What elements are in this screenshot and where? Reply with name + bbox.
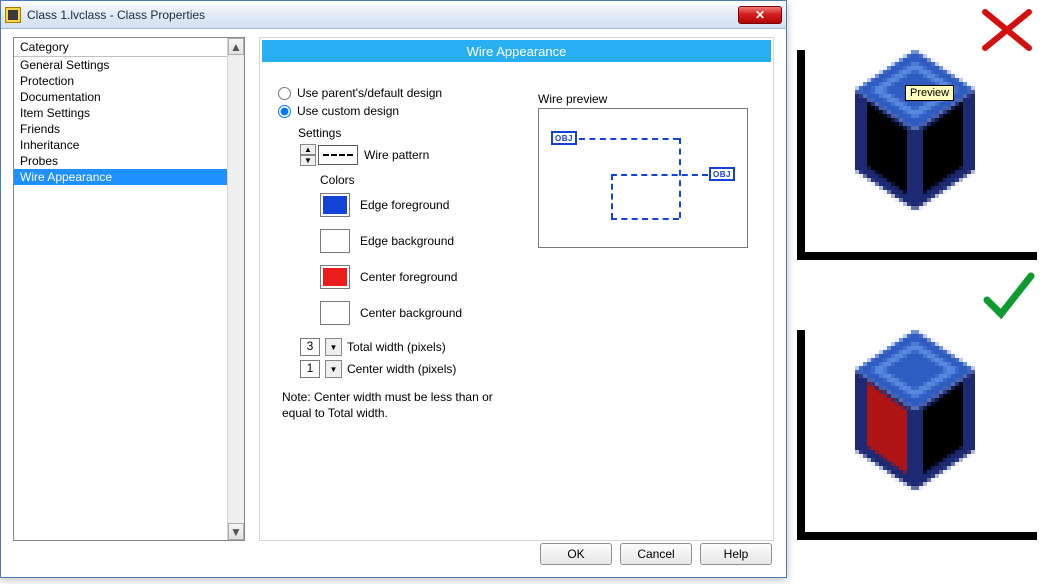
category-item[interactable]: Inheritance [14, 137, 244, 153]
obj-tag-left: OBJ [551, 131, 577, 145]
color-swatch-label: Edge background [360, 234, 454, 248]
total-width-stepper[interactable]: ▼ [325, 338, 342, 356]
dialog-button-row: OK Cancel Help [540, 543, 772, 565]
cancel-button[interactable]: Cancel [620, 543, 692, 565]
help-button[interactable]: Help [700, 543, 772, 565]
stepper-down-icon[interactable]: ▼ [300, 155, 316, 166]
radio-use-parent-label: Use parent's/default design [297, 86, 442, 100]
close-button[interactable]: ✕ [738, 6, 782, 24]
x-mark-icon [979, 6, 1035, 54]
wire-pattern-label: Wire pattern [364, 148, 429, 162]
radio-use-custom-label: Use custom design [297, 104, 399, 118]
radio-use-custom[interactable]: Use custom design [278, 104, 399, 118]
total-width-value[interactable]: 3 [300, 338, 320, 356]
color-swatch-label: Center background [360, 306, 462, 320]
check-mark-icon [981, 270, 1037, 322]
settings-panel: Wire Appearance Use parent's/default des… [259, 37, 774, 541]
scrollbar-track[interactable]: ▲ ▼ [227, 38, 244, 540]
total-width-row: 3 ▼ Total width (pixels) [300, 338, 446, 356]
dialog-window: Class 1.lvclass - Class Properties ✕ Cat… [0, 0, 787, 578]
scroll-up-button[interactable]: ▲ [228, 38, 244, 55]
category-item[interactable]: Documentation [14, 89, 244, 105]
total-width-label: Total width (pixels) [347, 340, 446, 354]
cube-bad-image [827, 30, 1007, 230]
center-width-label: Center width (pixels) [347, 362, 456, 376]
color-swatch[interactable] [320, 229, 350, 253]
color-swatch-row: Center foreground [320, 265, 457, 289]
radio-use-parent-input[interactable] [278, 87, 291, 100]
stepper-up-icon[interactable]: ▲ [300, 144, 316, 155]
cube-comparison-area: Preview [797, 10, 1047, 574]
color-swatch-row: Center background [320, 301, 462, 325]
color-swatch[interactable] [320, 301, 350, 325]
category-listbox[interactable]: Category General SettingsProtectionDocum… [13, 37, 245, 541]
note-text: Note: Center width must be less than or … [282, 390, 502, 421]
radio-use-custom-input[interactable] [278, 105, 291, 118]
cube-good-frame [797, 290, 1037, 540]
center-width-value[interactable]: 1 [300, 360, 320, 378]
category-item[interactable]: Probes [14, 153, 244, 169]
cube-good-image [827, 310, 1007, 510]
titlebar: Class 1.lvclass - Class Properties ✕ [1, 1, 786, 29]
category-header: Category [14, 38, 244, 57]
dialog-body: Category General SettingsProtectionDocum… [1, 29, 786, 577]
color-swatch[interactable] [320, 265, 350, 289]
color-swatch-label: Center foreground [360, 270, 457, 284]
cube-bad-frame: Preview [797, 10, 1037, 260]
scroll-down-button[interactable]: ▼ [228, 523, 244, 540]
ok-button[interactable]: OK [540, 543, 612, 565]
category-item[interactable]: Friends [14, 121, 244, 137]
center-width-stepper[interactable]: ▼ [325, 360, 342, 378]
color-swatch-row: Edge foreground [320, 193, 449, 217]
color-swatch-label: Edge foreground [360, 198, 449, 212]
category-item[interactable]: Item Settings [14, 105, 244, 121]
category-item[interactable]: General Settings [14, 57, 244, 73]
wire-pattern-preview[interactable] [318, 145, 358, 165]
window-title: Class 1.lvclass - Class Properties [27, 8, 205, 22]
wire-preview-label: Wire preview [538, 92, 607, 106]
color-swatch-row: Edge background [320, 229, 454, 253]
color-swatch[interactable] [320, 193, 350, 217]
category-item[interactable]: Protection [14, 73, 244, 89]
panel-title: Wire Appearance [262, 40, 771, 62]
settings-label: Settings [298, 126, 341, 140]
close-icon: ✕ [755, 8, 765, 22]
wire-pattern-stepper[interactable]: ▲ ▼ [300, 144, 316, 166]
preview-tooltip: Preview [905, 85, 954, 101]
category-item[interactable]: Wire Appearance [14, 169, 244, 185]
radio-use-parent[interactable]: Use parent's/default design [278, 86, 442, 100]
colors-label: Colors [320, 173, 355, 187]
obj-tag-right: OBJ [709, 167, 735, 181]
center-width-row: 1 ▼ Center width (pixels) [300, 360, 456, 378]
app-icon [5, 7, 21, 23]
wire-preview-box: OBJ OBJ [538, 108, 748, 248]
